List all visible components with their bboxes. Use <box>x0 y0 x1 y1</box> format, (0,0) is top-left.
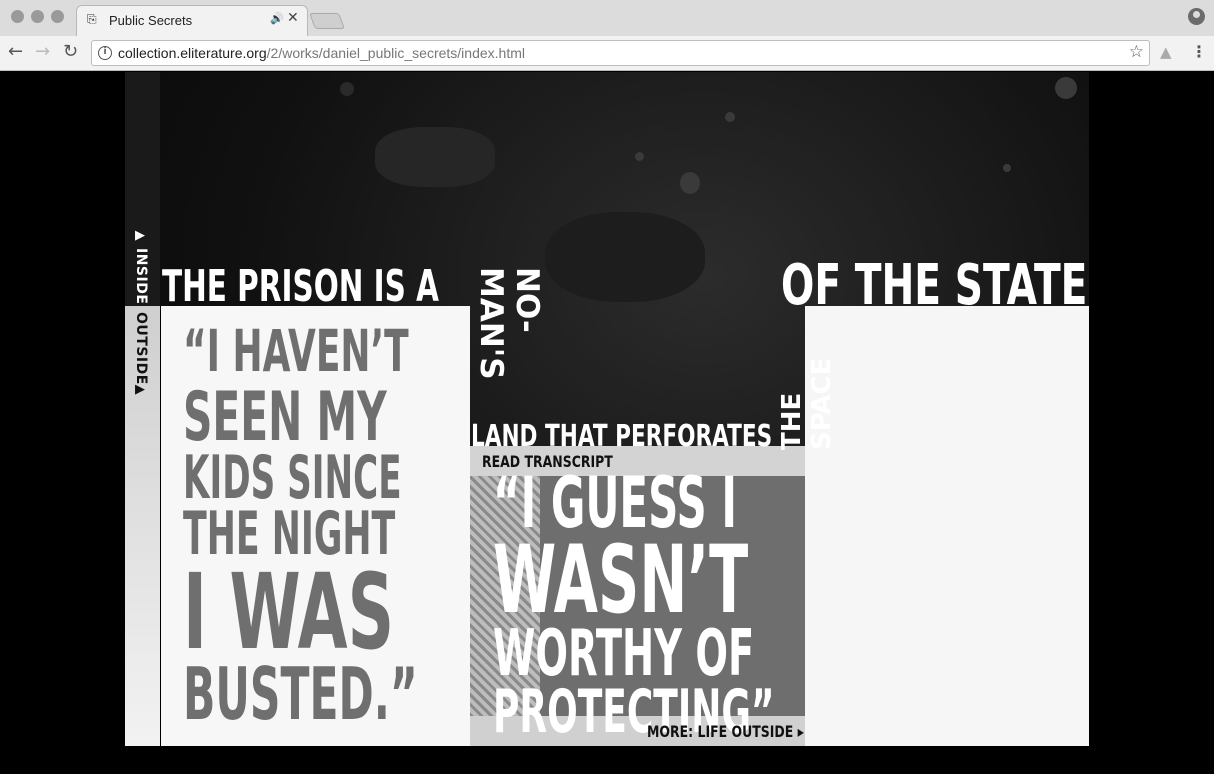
triangle-right-icon: ▸ <box>797 722 804 741</box>
quote-line: “I HAVEN’T <box>183 317 409 385</box>
side-navigation: ▶ INSIDE OUTSIDE ▶ <box>125 72 160 746</box>
right-panel <box>805 306 1089 746</box>
quote-line: SEEN MY <box>183 378 387 457</box>
url-host: collection.eliterature.org <box>118 45 267 61</box>
forward-arrow-icon[interactable]: → <box>35 41 50 62</box>
url-path: /2/works/daniel_public_secrets/index.htm… <box>266 45 525 61</box>
headline-part-3: LAND THAT PERFORATES <box>471 420 772 454</box>
more-life-outside-link[interactable]: MORE: LIFE OUTSIDE ▸ <box>647 722 804 741</box>
inside-label: INSIDE <box>133 248 149 305</box>
left-quote[interactable]: “I HAVEN’T SEEN MY KIDS SINCE THE NIGHT … <box>183 322 453 730</box>
new-tab-button[interactable] <box>309 13 345 29</box>
browser-tab[interactable]: ⎘ Public Secrets 🔊 ✕ <box>76 5 308 36</box>
ink-smudge <box>545 212 705 302</box>
tab-title: Public Secrets <box>109 13 193 28</box>
close-tab-icon[interactable]: ✕ <box>287 10 299 26</box>
quote-line: WASN’T <box>493 526 749 635</box>
headline-text: OF THE STATE <box>781 253 1088 318</box>
profile-icon[interactable] <box>1188 8 1205 25</box>
close-window-button[interactable] <box>11 10 24 23</box>
quote-line: PROTECTING” <box>493 677 775 746</box>
info-icon[interactable]: i <box>98 46 112 60</box>
bookmark-star-icon[interactable]: ☆ <box>1129 42 1144 62</box>
quote-line: I WAS <box>183 551 395 673</box>
browser-menu-icon[interactable]: ⋮ <box>1191 42 1207 61</box>
audio-playing-icon[interactable]: 🔊 <box>270 12 284 25</box>
browser-titlebar: ⎘ Public Secrets 🔊 ✕ <box>0 0 1214 36</box>
artwork-stage: ▶ INSIDE OUTSIDE ▶ THE PRISON IS A NO-MA… <box>125 72 1089 746</box>
headline-part-4: THE SPACE <box>777 310 837 450</box>
ink-splatter <box>1055 77 1077 99</box>
quote-line: BUSTED.” <box>183 652 418 736</box>
inside-nav-link[interactable]: ▶ INSIDE <box>133 228 153 304</box>
outside-label: OUTSIDE <box>133 312 149 385</box>
ink-splatter <box>340 82 354 96</box>
reload-icon[interactable]: ↻ <box>63 41 78 62</box>
middle-quote[interactable]: “I GUESS I WASN’T WORTHY OF PROTECTING” <box>493 468 793 742</box>
ink-splatter <box>680 172 700 194</box>
triangle-right-icon: ▶ <box>135 382 145 397</box>
headline-text: THE SPACE <box>777 357 837 450</box>
headline-part-5: OF THE STATE <box>781 252 1087 317</box>
headline-part-1: THE PRISON IS A <box>162 262 439 312</box>
back-arrow-icon[interactable]: ← <box>8 41 23 62</box>
ink-smudge <box>375 127 495 187</box>
triangle-right-icon: ▶ <box>135 228 145 243</box>
ink-splatter <box>635 152 644 161</box>
page-favicon-icon: ⎘ <box>87 12 97 26</box>
page-viewport: ▶ INSIDE OUTSIDE ▶ THE PRISON IS A NO-MA… <box>0 72 1214 774</box>
maximize-window-button[interactable] <box>51 10 64 23</box>
url-text[interactable]: collection.eliterature.org/2/works/danie… <box>118 45 525 61</box>
browser-toolbar: ← → ↻ i collection.eliterature.org/2/wor… <box>0 36 1214 71</box>
address-bar[interactable]: i collection.eliterature.org/2/works/dan… <box>91 40 1150 66</box>
more-link-label: MORE: LIFE OUTSIDE <box>647 722 794 741</box>
ink-splatter <box>725 112 735 122</box>
outside-nav-link[interactable]: OUTSIDE ▶ <box>133 312 153 402</box>
drive-extension-icon[interactable]: ▲ <box>1160 43 1172 61</box>
headline-part-2: NO-MAN'S <box>473 267 545 417</box>
headline-text: NO-MAN'S <box>473 267 545 380</box>
headline-text: THE PRISON IS A <box>162 261 439 312</box>
ink-splatter <box>1003 164 1011 172</box>
headline-text: LAND THAT PERFORATES <box>471 419 773 454</box>
minimize-window-button[interactable] <box>31 10 44 23</box>
